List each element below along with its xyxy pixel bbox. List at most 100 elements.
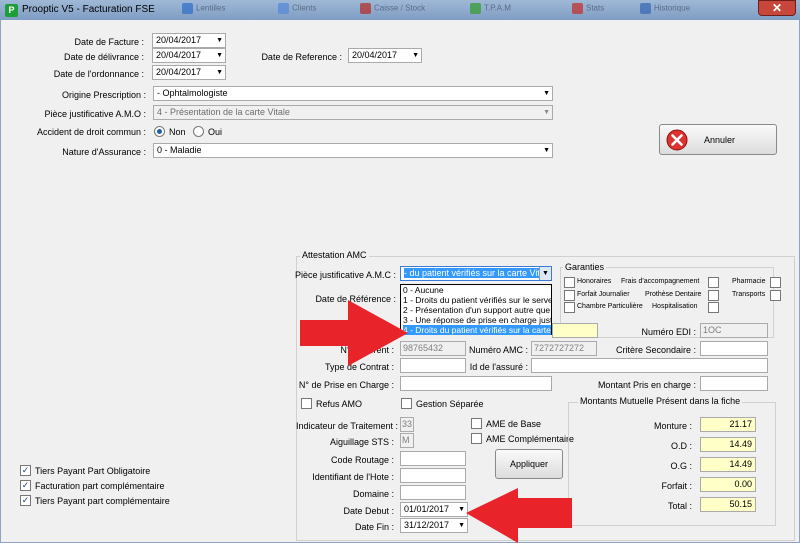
close-button[interactable]: ✕ bbox=[758, 0, 796, 16]
og-label: O.G : bbox=[670, 461, 692, 471]
garantie-chambre-checkbox[interactable] bbox=[564, 302, 575, 313]
domaine-field[interactable] bbox=[400, 485, 466, 500]
chevron-down-icon: ▼ bbox=[543, 147, 550, 154]
numero-edi-field[interactable]: 1OC bbox=[700, 323, 768, 338]
garantie-prothese-label: Prothèse Dentaire bbox=[645, 291, 702, 298]
garantie-forfait-checkbox[interactable] bbox=[564, 290, 575, 301]
forfait-label: Forfait : bbox=[661, 481, 692, 491]
arrow-shape bbox=[466, 488, 572, 543]
aiguillage-label: Aiguillage STS : bbox=[329, 437, 394, 447]
garantie-transports-checkbox[interactable] bbox=[770, 290, 781, 301]
chevron-down-icon: ▼ bbox=[412, 52, 419, 59]
appliquer-button[interactable]: Appliquer bbox=[495, 449, 563, 479]
ame-base-checkbox[interactable] bbox=[471, 418, 482, 429]
date-reference-label: Date de Reference : bbox=[261, 52, 342, 62]
og-field[interactable]: 14.49 bbox=[700, 457, 756, 472]
clients-icon bbox=[278, 3, 289, 14]
accident-oui-radio[interactable] bbox=[193, 126, 204, 137]
tiers-complementaire-label: Tiers Payant part complémentaire bbox=[35, 496, 170, 506]
indicateur-field[interactable]: 33 bbox=[400, 417, 414, 432]
montant-pris-label: Montant Pris en charge : bbox=[597, 380, 696, 390]
piece-amo-select[interactable]: 4 - Présentation de la carte Vitale ▼ bbox=[153, 105, 553, 120]
tiers-obligatoire-checkbox[interactable]: ✓ bbox=[20, 465, 31, 476]
code-routage-field[interactable] bbox=[400, 451, 466, 466]
critere-label: Critère Secondaire : bbox=[615, 345, 696, 355]
date-fin-picker[interactable]: 31/12/2017 ▼ bbox=[400, 518, 468, 533]
tpam-icon bbox=[470, 3, 481, 14]
annuler-button[interactable]: Annuler bbox=[659, 124, 777, 155]
accident-non-label: Non bbox=[169, 127, 186, 137]
piece-amc-option-3[interactable]: 3 - Une réponse de prise en charge justi… bbox=[403, 315, 551, 325]
numero-amc-field[interactable]: 7272727272 bbox=[531, 341, 597, 356]
garantie-prothese-checkbox[interactable] bbox=[708, 290, 719, 301]
prise-charge-field[interactable] bbox=[400, 376, 552, 391]
ghost-tab-lentilles: Lentilles bbox=[182, 3, 225, 17]
origine-select[interactable]: - Ophtalmologiste ▼ bbox=[153, 86, 553, 101]
critere-field[interactable] bbox=[700, 341, 768, 356]
tiers-complementaire-checkbox[interactable]: ✓ bbox=[20, 495, 31, 506]
piece-amc-option-2[interactable]: 2 - Présentation d'un support autre que … bbox=[403, 305, 551, 315]
facturation-complementaire-label: Facturation part complémentaire bbox=[35, 481, 165, 491]
id-assure-field[interactable] bbox=[531, 358, 768, 373]
chevron-down-icon: ▼ bbox=[216, 37, 223, 44]
stats-icon bbox=[572, 3, 583, 14]
refus-amo-checkbox[interactable] bbox=[301, 398, 312, 409]
forfait-field[interactable]: 0.00 bbox=[700, 477, 756, 492]
garantie-pharmacie-checkbox[interactable] bbox=[770, 277, 781, 288]
garantie-honoraires-checkbox[interactable] bbox=[564, 277, 575, 288]
date-debut-label: Date Debut : bbox=[343, 506, 394, 516]
aiguillage-field[interactable]: M bbox=[400, 433, 414, 448]
chevron-down-icon: ▼ bbox=[458, 522, 465, 529]
total-field[interactable]: 50.15 bbox=[700, 497, 756, 512]
id-assure-label: Id de l'assuré : bbox=[469, 362, 528, 372]
garantie-hospitalisation-checkbox[interactable] bbox=[708, 302, 719, 313]
chevron-down-icon: ▼ bbox=[543, 90, 550, 97]
piece-amc-option-1[interactable]: 1 - Droits du patient vérifiés sur le se… bbox=[403, 295, 551, 305]
chevron-down-icon: ▼ bbox=[543, 109, 550, 116]
od-label: O.D : bbox=[670, 441, 692, 451]
annuler-label: Annuler bbox=[704, 135, 736, 145]
domaine-label: Domaine : bbox=[352, 489, 394, 499]
date-debut-picker[interactable]: 01/01/2017 ▼ bbox=[400, 502, 468, 517]
monture-field[interactable]: 21.17 bbox=[700, 417, 756, 432]
ghost-tab-caisse: Caisse / Stock bbox=[360, 3, 425, 17]
gestion-separee-label: Gestion Séparée bbox=[416, 399, 484, 409]
date-ordonnance-picker[interactable]: 20/04/2017 ▼ bbox=[152, 65, 226, 80]
ghost-tab-stats: Stats bbox=[572, 3, 604, 17]
prise-charge-label: N° de Prise en Charge : bbox=[298, 380, 394, 390]
window-title: Prooptic V5 - Facturation FSE bbox=[22, 4, 155, 15]
piece-amc-select[interactable]: - du patient vérifiés sur la carte Vital… bbox=[400, 266, 552, 281]
garantie-frais-checkbox[interactable] bbox=[708, 277, 719, 288]
chevron-down-icon: ▼ bbox=[216, 52, 223, 59]
facturation-complementaire-checkbox[interactable]: ✓ bbox=[20, 480, 31, 491]
lentilles-icon bbox=[182, 3, 193, 14]
montant-pris-field[interactable] bbox=[700, 376, 768, 391]
date-facture-picker[interactable]: 20/04/2017 ▼ bbox=[152, 33, 226, 48]
tiers-obligatoire-label: Tiers Payant Part Obligatoire bbox=[35, 466, 151, 476]
chevron-down-icon: ▼ bbox=[216, 69, 223, 76]
historique-icon bbox=[640, 3, 651, 14]
date-delivrance-label: Date de délivrance : bbox=[63, 52, 144, 62]
chevron-down-icon: ▼ bbox=[458, 506, 465, 513]
gestion-separee-checkbox[interactable] bbox=[401, 398, 412, 409]
piece-amc-option-0[interactable]: 0 - Aucune bbox=[403, 285, 551, 295]
garantie-transports-label: Transports bbox=[732, 291, 766, 298]
date-reference-amc-field[interactable] bbox=[552, 323, 598, 338]
nature-select[interactable]: 0 - Maladie ▼ bbox=[153, 143, 553, 158]
piece-amc-option-4[interactable]: 4 - Droits du patient vérifiés sur la ca… bbox=[403, 325, 551, 335]
date-reference-picker[interactable]: 20/04/2017 ▼ bbox=[348, 48, 422, 63]
caisse-icon bbox=[360, 3, 371, 14]
od-field[interactable]: 14.49 bbox=[700, 437, 756, 452]
numero-edi-label: Numéro EDI : bbox=[641, 327, 696, 337]
identifiant-hote-field[interactable] bbox=[400, 468, 466, 483]
ghost-tab-historique: Historique bbox=[640, 3, 690, 17]
chevron-down-icon[interactable]: ▼ bbox=[539, 267, 551, 280]
ame-complementaire-checkbox[interactable] bbox=[471, 433, 482, 444]
origine-label: Origine Prescription : bbox=[61, 90, 146, 100]
date-delivrance-picker[interactable]: 20/04/2017 ▼ bbox=[152, 48, 226, 63]
garantie-frais-label: Frais d'accompagnement bbox=[621, 278, 700, 285]
garanties-title: Garanties bbox=[563, 262, 607, 272]
date-facture-label: Date de Facture : bbox=[74, 37, 144, 47]
accident-non-radio[interactable] bbox=[154, 126, 165, 137]
numero-amc-label: Numéro AMC : bbox=[468, 345, 528, 355]
